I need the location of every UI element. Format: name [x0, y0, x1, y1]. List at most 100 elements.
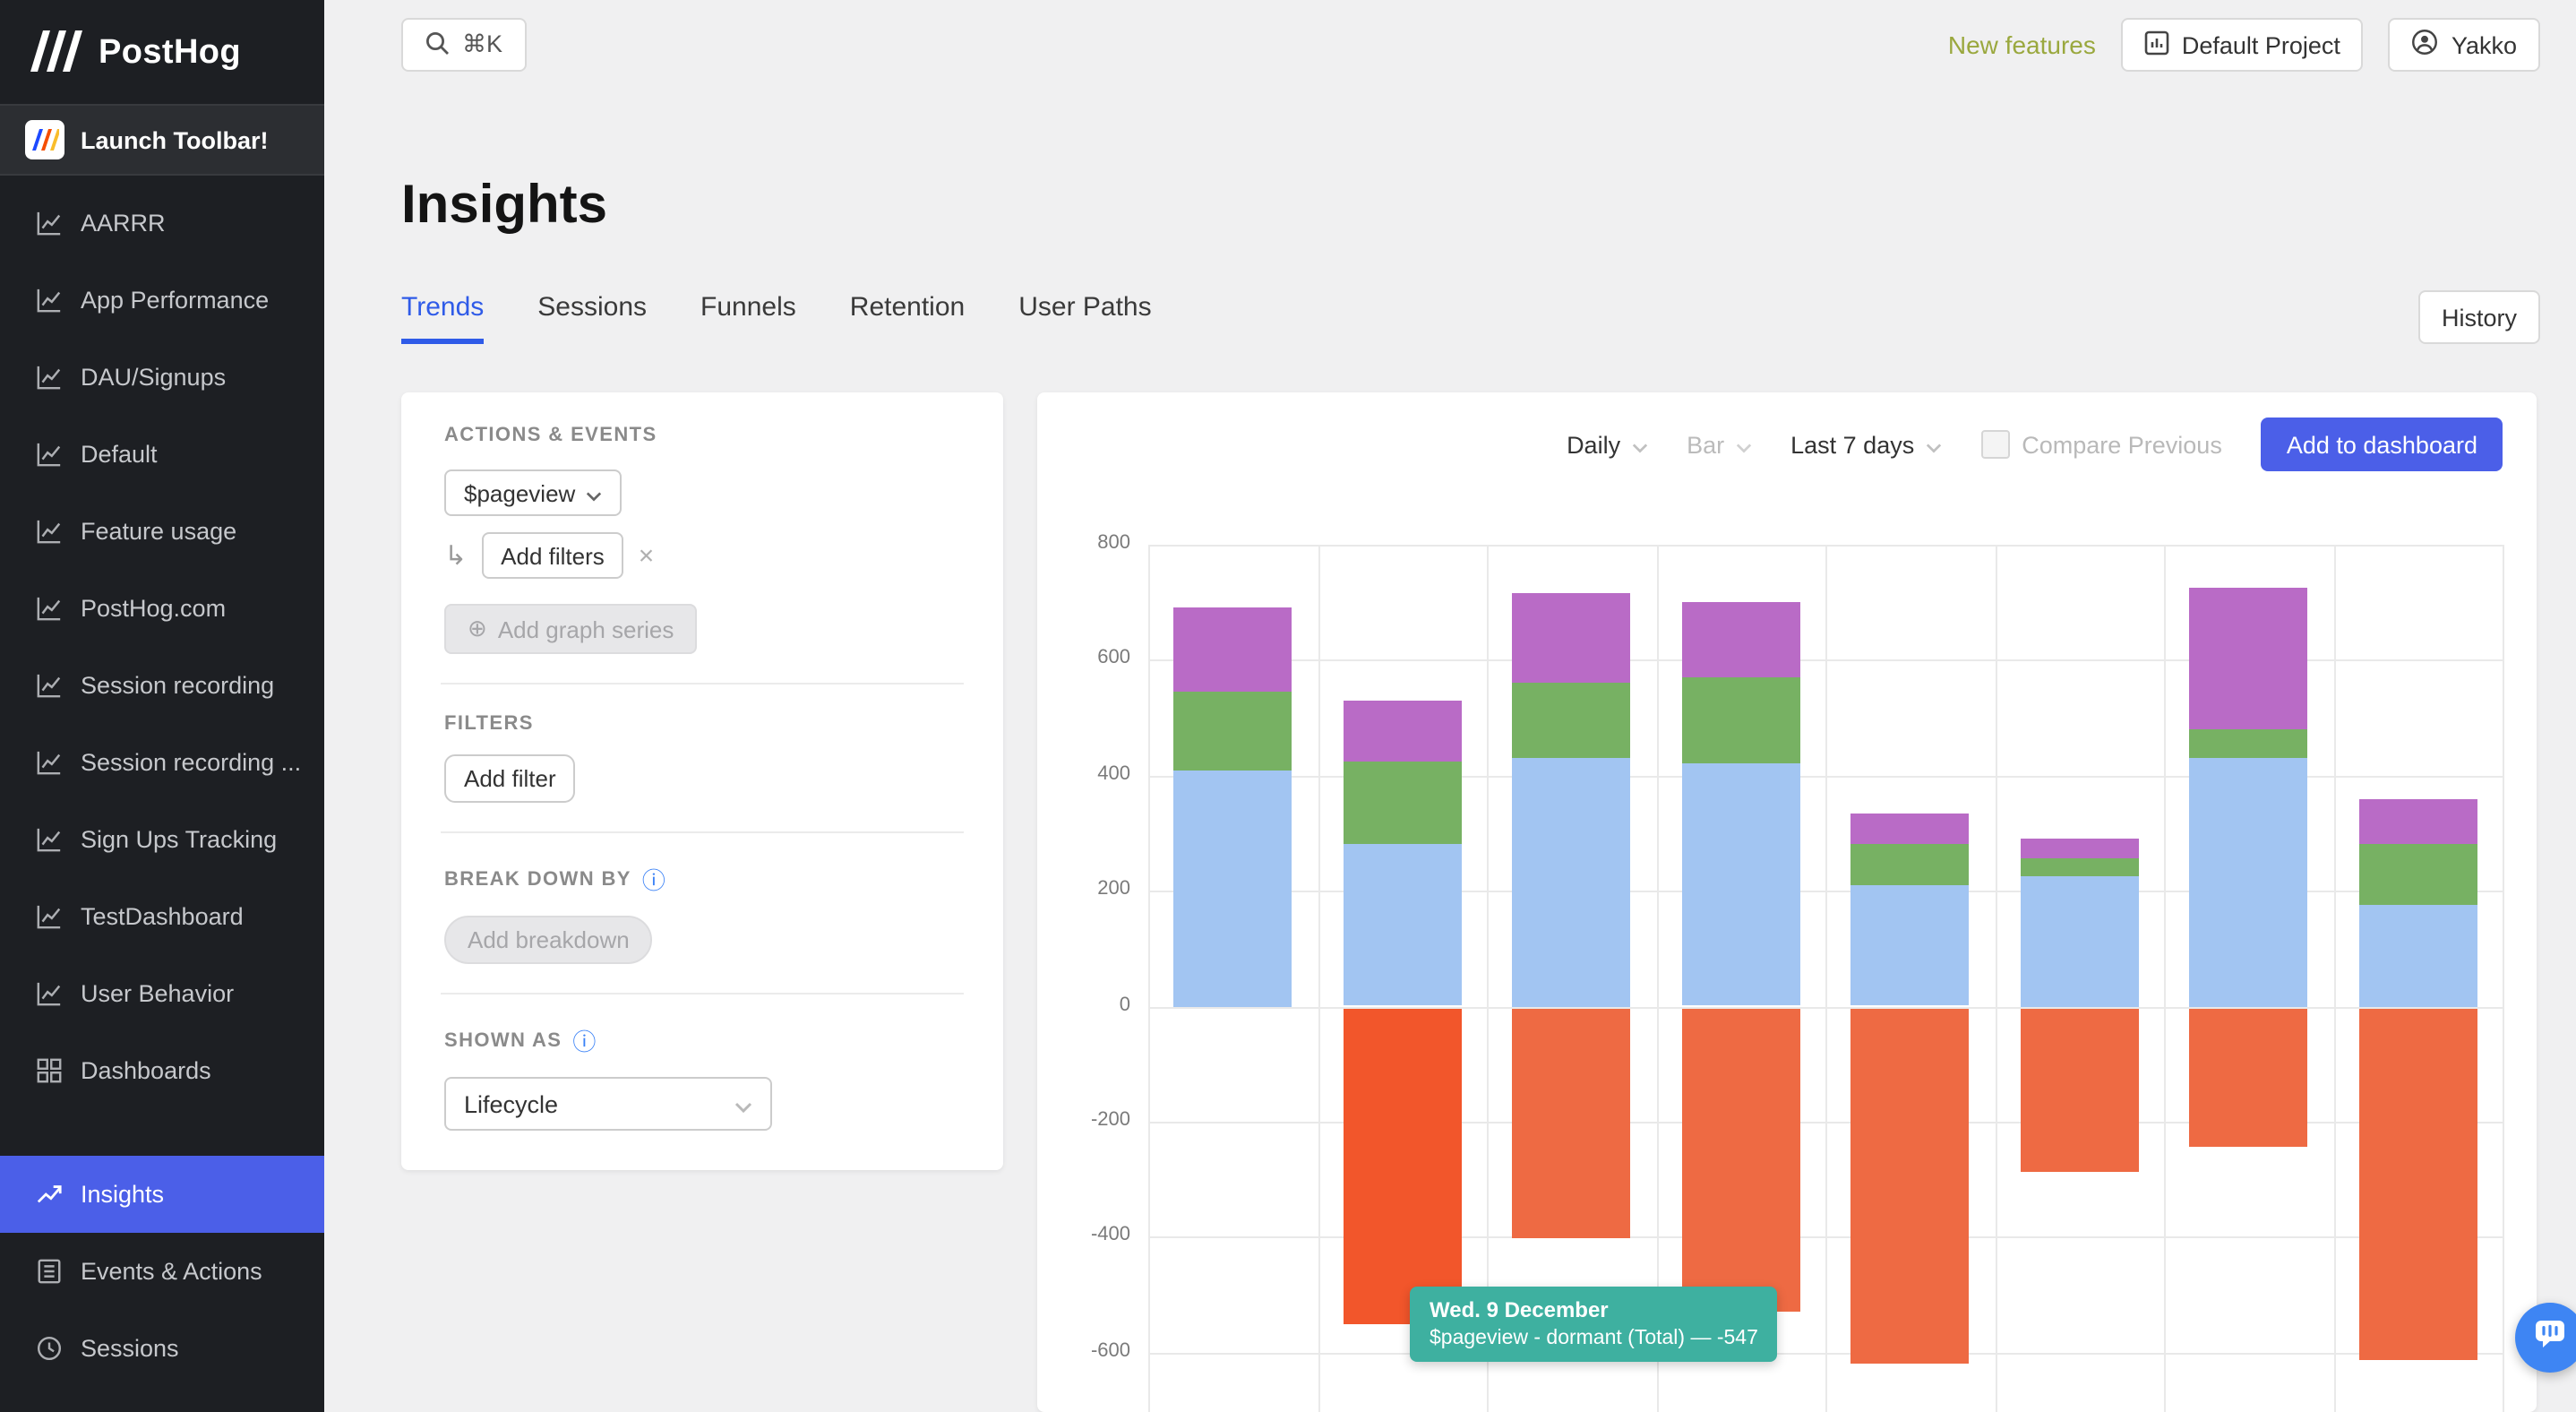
- bar-new-1[interactable]: [1344, 845, 1462, 1006]
- bar-returning-4[interactable]: [1851, 845, 1970, 885]
- sidebar-item-default[interactable]: Default: [0, 416, 324, 493]
- sidebar-item-insights[interactable]: Insights: [0, 1156, 324, 1233]
- bar-resurrecting-5[interactable]: [2021, 839, 2139, 859]
- sidebar-item-feature-usage[interactable]: Feature usage: [0, 493, 324, 570]
- y-axis-tick: 0: [1059, 994, 1130, 1015]
- filters-label: FILTERS: [444, 713, 960, 735]
- date-range-dropdown[interactable]: Last 7 days: [1790, 431, 1941, 458]
- event-selector[interactable]: $pageview: [444, 469, 622, 516]
- tab-user-paths[interactable]: User Paths: [1018, 291, 1151, 343]
- sidebar-item-user-behavior[interactable]: User Behavior: [0, 955, 324, 1032]
- bar-new-3[interactable]: [1682, 764, 1800, 1006]
- bar-resurrecting-6[interactable]: [2190, 588, 2308, 729]
- info-icon[interactable]: ⓘ: [572, 1023, 596, 1057]
- sidebar-item-testdashboard[interactable]: TestDashboard: [0, 878, 324, 955]
- gridline-horizontal: [1148, 545, 2503, 547]
- gridline-vertical: [2334, 545, 2336, 1412]
- interval-dropdown[interactable]: Daily: [1567, 431, 1647, 458]
- bar-returning-0[interactable]: [1174, 692, 1292, 770]
- bar-new-6[interactable]: [2190, 758, 2308, 1006]
- bar-dormant-4[interactable]: [1851, 1008, 1970, 1363]
- bar-returning-3[interactable]: [1682, 677, 1800, 764]
- list-icon: [36, 1258, 63, 1285]
- bar-new-4[interactable]: [1851, 885, 1970, 1006]
- tabs-row: Trends Sessions Funnels Retention User Paths…: [401, 287, 2540, 348]
- bar-resurrecting-1[interactable]: [1344, 701, 1462, 762]
- bar-dormant-7[interactable]: [2359, 1008, 2477, 1360]
- sidebar-item-dau-signups[interactable]: DAU/Signups: [0, 339, 324, 416]
- chart-card: Daily Bar Last 7 days Compare Previous A…: [1037, 392, 2537, 1412]
- gridline-vertical: [1318, 545, 1320, 1412]
- grid-icon: [36, 1057, 63, 1084]
- chat-launcher-button[interactable]: [2515, 1303, 2576, 1373]
- user-menu-button[interactable]: Yakko: [2389, 18, 2540, 72]
- bar-returning-2[interactable]: [1513, 683, 1631, 758]
- display-type-dropdown[interactable]: Bar: [1687, 431, 1751, 458]
- new-features-link[interactable]: New features: [1948, 30, 2096, 59]
- bar-dormant-3[interactable]: [1682, 1008, 1800, 1311]
- bar-dormant-5[interactable]: [2021, 1008, 2139, 1173]
- tab-retention[interactable]: Retention: [850, 291, 965, 343]
- sidebar-item-sign-ups-tracking[interactable]: Sign Ups Tracking: [0, 801, 324, 878]
- compare-previous-checkbox[interactable]: [1980, 430, 2009, 459]
- bar-dormant-2[interactable]: [1513, 1008, 1631, 1239]
- top-bar: ⌘K New features Default Project Yakko: [401, 18, 2540, 72]
- bar-resurrecting-2[interactable]: [1513, 594, 1631, 684]
- info-icon[interactable]: ⓘ: [642, 862, 665, 896]
- bar-returning-6[interactable]: [2190, 729, 2308, 758]
- sidebar-item-sessions[interactable]: Sessions: [0, 1310, 324, 1387]
- bar-returning-5[interactable]: [2021, 859, 2139, 876]
- line-chart-icon: [36, 210, 63, 237]
- bar-returning-1[interactable]: [1344, 761, 1462, 844]
- search-button[interactable]: ⌘K: [401, 18, 526, 72]
- search-icon: [425, 30, 450, 60]
- bar-new-7[interactable]: [2359, 905, 2477, 1006]
- sidebar-item-label: Default: [81, 441, 158, 468]
- launch-toolbar-button[interactable]: Launch Toolbar!: [0, 104, 324, 176]
- bar-dormant-1[interactable]: [1344, 1008, 1462, 1323]
- tab-funnels[interactable]: Funnels: [700, 291, 796, 343]
- tab-sessions[interactable]: Sessions: [537, 291, 647, 343]
- gridline-vertical: [1825, 545, 1827, 1412]
- chat-icon: [2531, 1314, 2569, 1361]
- sidebar-item-app-performance[interactable]: App Performance: [0, 262, 324, 339]
- y-axis-tick: -200: [1059, 1109, 1130, 1131]
- sidebar-item-posthog-com[interactable]: PostHog.com: [0, 570, 324, 647]
- shown-as-select[interactable]: Lifecycle: [444, 1077, 772, 1131]
- bar-resurrecting-4[interactable]: [1851, 813, 1970, 844]
- sidebar: PostHog Launch Toolbar! AARRRApp Perform…: [0, 0, 324, 1412]
- add-breakdown-button: Add breakdown: [444, 916, 653, 964]
- gridline-vertical: [2164, 545, 2166, 1412]
- bar-new-2[interactable]: [1513, 758, 1631, 1006]
- bar-resurrecting-0[interactable]: [1174, 608, 1292, 692]
- add-to-dashboard-button[interactable]: Add to dashboard: [2262, 418, 2503, 471]
- project-selector-button[interactable]: Default Project: [2121, 18, 2364, 72]
- bar-dormant-6[interactable]: [2190, 1008, 2308, 1147]
- bar-new-5[interactable]: [2021, 876, 2139, 1006]
- bar-returning-7[interactable]: [2359, 845, 2477, 906]
- tabs: Trends Sessions Funnels Retention User Paths: [401, 291, 1152, 343]
- gridline-vertical: [1657, 545, 1659, 1412]
- posthog-logo[interactable]: PostHog: [0, 0, 324, 104]
- line-chart-icon: [36, 287, 63, 314]
- divider: [441, 993, 964, 994]
- add-filter-button[interactable]: Add filter: [444, 754, 576, 803]
- bar-resurrecting-3[interactable]: [1682, 602, 1800, 677]
- chart-header: Daily Bar Last 7 days Compare Previous A…: [1080, 418, 2503, 471]
- sidebar-item-label: User Behavior: [81, 980, 234, 1007]
- remove-series-icon[interactable]: ×: [639, 540, 655, 571]
- bar-resurrecting-7[interactable]: [2359, 798, 2477, 845]
- sidebar-item-session-recording[interactable]: Session recording ...: [0, 724, 324, 801]
- add-graph-series-button: ⊕ Add graph series: [444, 604, 697, 654]
- user-menu-label: Yakko: [2451, 31, 2517, 58]
- sidebar-item-events-actions[interactable]: Events & Actions: [0, 1233, 324, 1310]
- launch-toolbar-label: Launch Toolbar!: [81, 126, 269, 153]
- bar-new-0[interactable]: [1174, 770, 1292, 1006]
- history-button[interactable]: History: [2418, 290, 2540, 344]
- tab-trends[interactable]: Trends: [401, 291, 484, 343]
- sidebar-item-dashboards[interactable]: Dashboards: [0, 1032, 324, 1109]
- shown-as-value: Lifecycle: [464, 1090, 558, 1117]
- sidebar-item-session-recording[interactable]: Session recording: [0, 647, 324, 724]
- sidebar-item-aarrr[interactable]: AARRR: [0, 185, 324, 262]
- add-filters-button[interactable]: Add filters: [481, 532, 624, 579]
